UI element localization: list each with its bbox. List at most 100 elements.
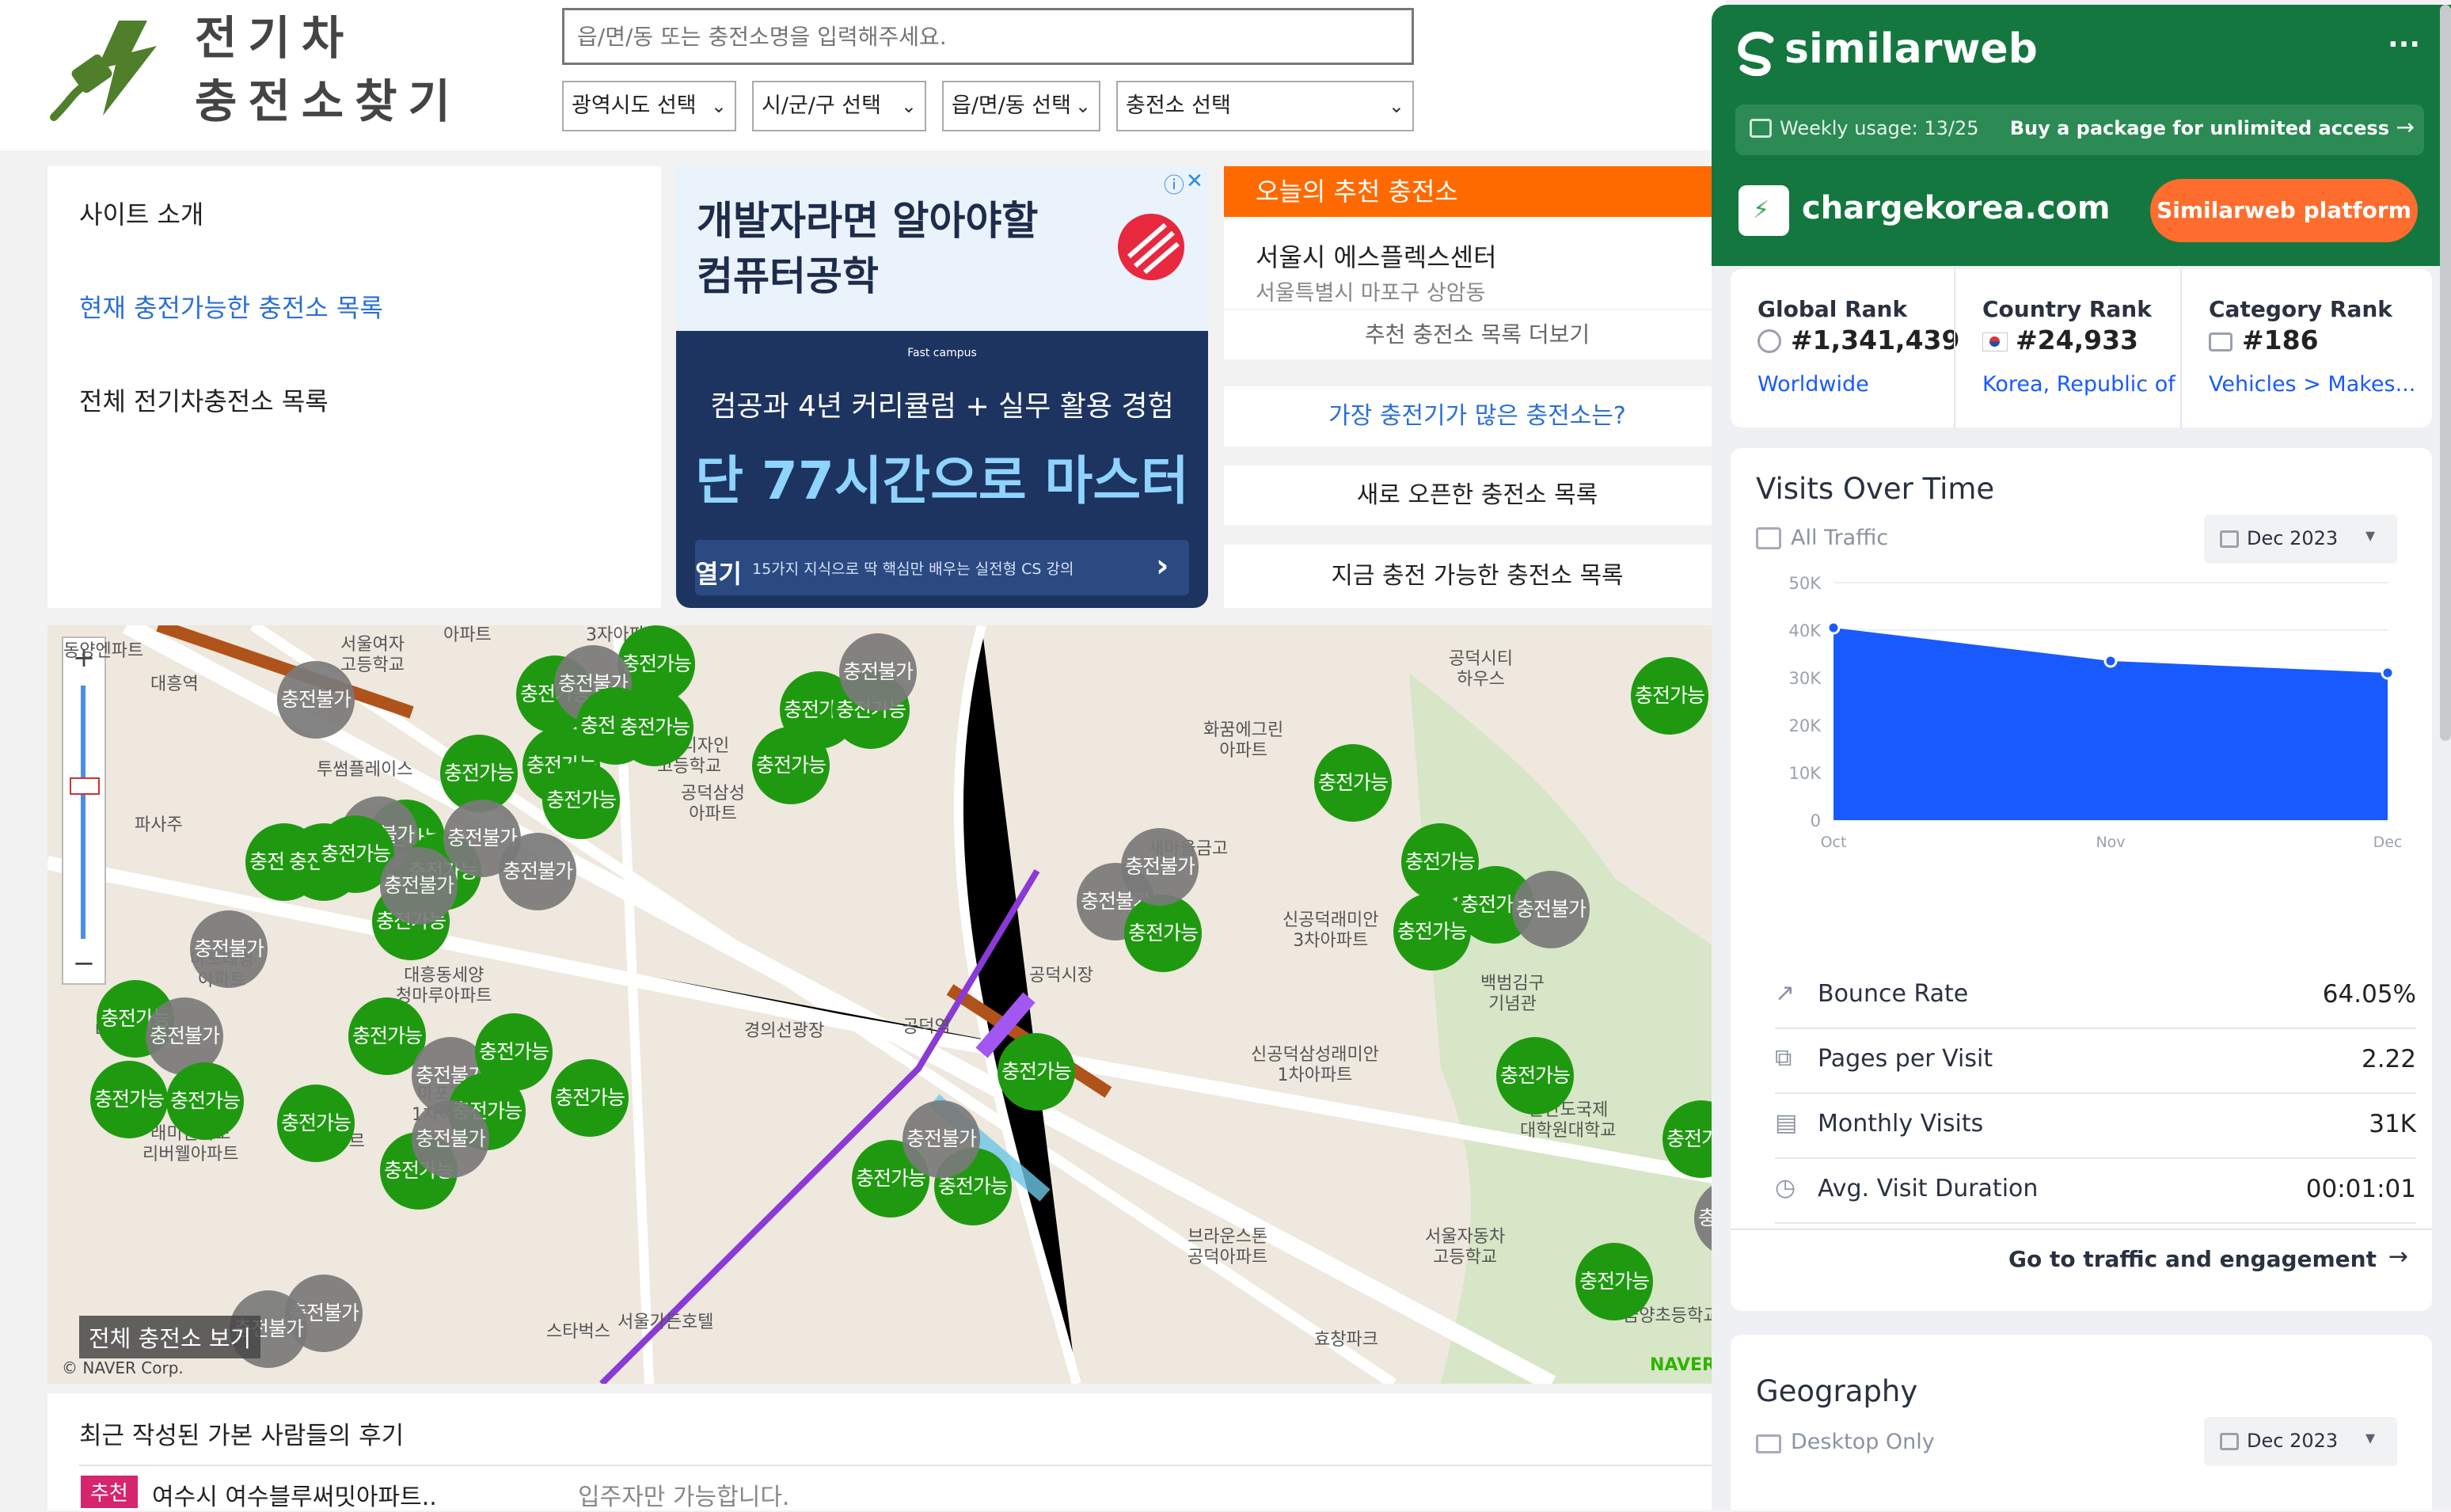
- traffic-engagement-link[interactable]: Go to traffic and engagement: [2008, 1246, 2377, 1272]
- review-place: 여수시 여수블루써밋아파트..: [152, 1484, 437, 1511]
- ad-big-text: 단 77시간으로 마스터: [695, 450, 1189, 511]
- flag-emblem: [1989, 336, 2000, 347]
- ad-logo-stripes-icon: [1127, 222, 1180, 275]
- card-divider: [1731, 1229, 2432, 1230]
- station-pin-available[interactable]: 충전가능: [616, 689, 694, 766]
- calendar-icon: [2220, 530, 2239, 548]
- ad-headline: 개발자라면 알아야할 컴퓨터공학: [697, 193, 1038, 304]
- station-pin-unavailable[interactable]: 충전불가: [902, 1100, 980, 1178]
- ad-close-icon[interactable]: ✕: [1186, 169, 1203, 193]
- geography-title: Geography: [1756, 1374, 1918, 1408]
- station-pin-available[interactable]: 충전가능: [90, 1061, 168, 1138]
- available-now-link[interactable]: 지금 충전 가능한 충전소 목록: [1224, 545, 1731, 608]
- station-pin-available[interactable]: 충전가능: [475, 1013, 553, 1091]
- date-label: Dec 2023: [2247, 527, 2339, 549]
- zoom-out-button[interactable]: −: [63, 944, 104, 983]
- station-pin-unavailable[interactable]: 충전불가: [190, 910, 268, 988]
- map-place-label: 파사주: [135, 815, 183, 835]
- ad-bottom-panel: Fast campus 컴공과 4년 커리큘럼 + 실무 활용 경험 단 77시…: [676, 331, 1208, 608]
- station-pin-available[interactable]: 충전가능: [551, 1059, 629, 1137]
- station-pin-available[interactable]: 충전가능: [1124, 895, 1202, 972]
- station-pin-available[interactable]: 충전가능: [998, 1033, 1075, 1111]
- review-row[interactable]: 추천 여수시 여수블루써밋아파트.. 입주자만 가능합니다.: [79, 1476, 1731, 1511]
- station-map[interactable]: + − 동양엔파트 대흥역 서울여자 고등학교 아파트 3자아파트 공덕시티 하우스 서울디…: [48, 625, 1731, 1384]
- zoom-slider-track[interactable]: [81, 686, 86, 939]
- scrollbar[interactable]: [2440, 5, 2451, 741]
- nav-available-stations[interactable]: 현재 충전가능한 충전소 목록: [79, 288, 383, 325]
- nav-about[interactable]: 사이트 소개: [79, 195, 203, 231]
- map-place-label: 서울여자 고등학교: [340, 635, 405, 675]
- map-place-label: 스타벅스: [546, 1322, 610, 1342]
- station-pin-available[interactable]: 충전가능: [277, 1085, 355, 1162]
- station-pin-available[interactable]: 충전가능: [166, 1062, 244, 1140]
- global-rank-value: #1,341,439: [1791, 325, 1960, 355]
- date-picker[interactable]: Dec 2023 ▾: [2204, 515, 2397, 564]
- station-pin-unavailable[interactable]: 충전불가: [1512, 871, 1590, 948]
- more-recommended-link[interactable]: 추천 충전소 목록 더보기: [1224, 310, 1731, 359]
- category-icon: [2209, 332, 2232, 351]
- buy-package-link[interactable]: Buy a package for unlimited access: [2010, 117, 2389, 139]
- station-pin-available[interactable]: 충전가능: [1575, 1243, 1653, 1320]
- left-nav-panel: 사이트 소개 현재 충전가능한 충전소 목록 전체 전기차충전소 목록: [48, 166, 661, 608]
- country-rank-sub[interactable]: Korea, Republic of: [1982, 372, 2176, 397]
- recommended-station-name: 서울시 에스플렉스센터: [1256, 242, 1497, 272]
- rank-card: Global Rank #1,341,439 Worldwide Country…: [1731, 269, 2432, 427]
- chevron-right-icon: ›: [1156, 548, 1169, 584]
- site-logo-text[interactable]: 전기차 충전소찾기: [195, 6, 462, 133]
- ad-headline-1: 개발자라면 알아야할: [697, 198, 1039, 244]
- review-text: 입주자만 가능합니다.: [578, 1484, 790, 1511]
- bounce-rate-label: Bounce Rate: [1818, 980, 1969, 1008]
- similarweb-platform-button[interactable]: Similarweb platform: [2150, 179, 2418, 242]
- province-select[interactable]: 광역시도 선택 ⌄: [562, 81, 736, 131]
- station-pin-available[interactable]: 충전가능: [752, 727, 830, 804]
- reviews-section: 최근 작성된 가본 사람들의 후기 추천 여수시 여수블루써밋아파트.. 입주자…: [48, 1393, 1731, 1511]
- station-pin-unavailable[interactable]: 충전불가: [1121, 828, 1199, 906]
- category-rank-sub[interactable]: Vehicles > Makes...: [2209, 372, 2415, 397]
- global-rank-sub[interactable]: Worldwide: [1758, 372, 1869, 397]
- station-pin-unavailable[interactable]: 충전불가: [277, 661, 355, 739]
- monthly-visits-label: Monthly Visits: [1818, 1110, 1984, 1138]
- country-rank: Country Rank #24,933 Korea, Republic of: [1955, 269, 2180, 427]
- visits-point[interactable]: [2103, 654, 2118, 668]
- station-pin-available[interactable]: 충전가능: [1496, 1037, 1574, 1115]
- map-place-label: 공덕시티 하우스: [1449, 649, 1513, 690]
- ad-banner[interactable]: ⓘ ✕ 개발자라면 알아야할 컴퓨터공학 Fast campus 컴공과 4년 …: [676, 166, 1208, 608]
- station-pin-available[interactable]: 충전가능: [1631, 657, 1708, 735]
- station-pin-available[interactable]: 충전가능: [1314, 744, 1392, 822]
- show-all-stations-button[interactable]: 전체 충전소 보기: [79, 1316, 261, 1358]
- calendar-icon: [2220, 1433, 2239, 1450]
- globe-icon: [1758, 329, 1781, 353]
- city-select[interactable]: 시/군/구 선택 ⌄: [752, 81, 926, 131]
- ad-cta-bar[interactable]: 열기 15가지 지식으로 딱 핵심만 배우는 실전형 CS 강의 ›: [695, 540, 1189, 595]
- station-pin-unavailable[interactable]: 충전불가: [412, 1100, 489, 1178]
- most-chargers-link[interactable]: 가장 충전기가 많은 충전소는?: [1224, 386, 1731, 446]
- more-menu-icon[interactable]: ···: [2388, 28, 2420, 61]
- station-pin-unavailable[interactable]: 충전불가: [499, 833, 576, 910]
- station-pin-unavailable[interactable]: 충전불가: [380, 847, 458, 925]
- town-select[interactable]: 읍/면/동 선택 ⌄: [942, 81, 1100, 131]
- station-pin-available[interactable]: 충전가능: [1401, 823, 1479, 901]
- reviews-divider: [79, 1465, 1731, 1466]
- desktop-only-label: Desktop Only: [1791, 1430, 1935, 1454]
- metric-visit-duration: ◷ Avg. Visit Duration 00:01:01: [1775, 1157, 2416, 1224]
- y-tick-label: 50K: [1789, 575, 1822, 593]
- station-pin-unavailable[interactable]: 충전불가: [839, 633, 917, 711]
- y-tick-label: 10K: [1789, 764, 1822, 783]
- pages-icon: ⧉: [1775, 1044, 1792, 1072]
- map-place-label: 대흥역: [150, 674, 199, 694]
- nav-all-stations[interactable]: 전체 전기차충전소 목록: [79, 382, 329, 418]
- new-stations-link[interactable]: 새로 오픈한 충전소 목록: [1224, 465, 1731, 526]
- station-search-input[interactable]: [562, 8, 1414, 65]
- pages-per-visit-label: Pages per Visit: [1818, 1045, 1993, 1073]
- visits-point[interactable]: [2381, 666, 2395, 680]
- caret-down-icon: ▾: [2366, 1427, 2376, 1449]
- visits-title: Visits Over Time: [1756, 472, 1995, 506]
- geo-date-picker[interactable]: Dec 2023 ▾: [2204, 1417, 2397, 1466]
- station-select[interactable]: 충전소 선택 ⌄: [1116, 81, 1414, 131]
- station-pin-available[interactable]: 충전가능: [542, 762, 620, 839]
- ad-cta-label: 열기: [695, 559, 742, 589]
- recommended-station-card[interactable]: 서울시 에스플렉스센터 서울특별시 마포구 상암동: [1224, 217, 1731, 309]
- ad-info-icon[interactable]: ⓘ: [1164, 169, 1184, 199]
- zoom-slider-handle[interactable]: [70, 777, 100, 795]
- visits-point[interactable]: [1826, 621, 1841, 635]
